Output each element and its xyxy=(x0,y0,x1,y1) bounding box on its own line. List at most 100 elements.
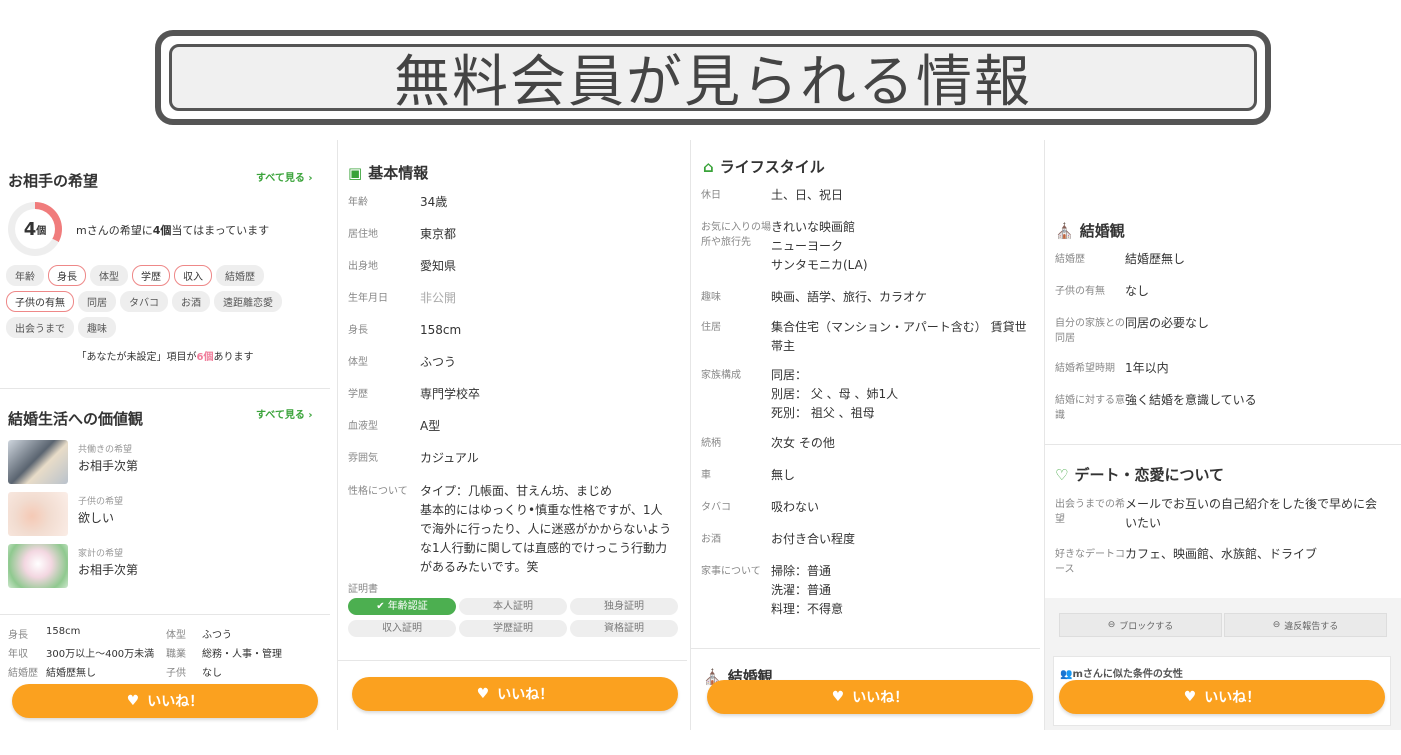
value-item-children: 子供の希望 欲しい xyxy=(8,492,318,536)
info-row: 雰囲気 カジュアル xyxy=(348,449,678,468)
section-title-lifestyle: ⌂ ライフスタイル xyxy=(703,156,825,177)
hope-tag: 子供の有無 xyxy=(6,291,74,312)
hope-tag: 結婚歴 xyxy=(216,265,264,286)
value-sub: 家計の希望 xyxy=(78,549,124,559)
info-key: 結婚に対する意識 xyxy=(1055,395,1125,421)
certificate-badge: 独身証明 xyxy=(570,598,678,615)
hope-tag: タバコ xyxy=(120,291,168,312)
info-key: 雰囲気 xyxy=(348,453,378,464)
profile-key: 結婚歴 xyxy=(8,668,38,679)
info-key: 休日 xyxy=(701,190,721,201)
info-value: 東京都 xyxy=(420,227,457,241)
info-row: お酒 お付き合い程度 xyxy=(701,530,1031,549)
section-title-marriage-text: 結婚観 xyxy=(1079,222,1125,240)
info-row: 出身地 愛知県 xyxy=(348,257,678,276)
info-key: お気に入りの場所や旅行先 xyxy=(701,222,771,248)
couple-photo xyxy=(8,440,68,484)
info-value: 掃除：普通 洗濯：普通 料理：不得意 xyxy=(771,564,844,616)
info-key: 子供の有無 xyxy=(1055,286,1105,297)
certificate-badge: 資格証明 xyxy=(570,620,678,637)
info-row: 居住地 東京都 xyxy=(348,225,678,244)
profile-key: 子供 xyxy=(166,668,186,679)
profile-row: 年収 300万以上〜400万未満 職業 総務・人事・管理 xyxy=(8,645,328,664)
info-key: お酒 xyxy=(701,534,721,545)
certificate-badge: 本人証明 xyxy=(459,598,567,615)
profile-key: 職業 xyxy=(166,649,186,660)
info-key: タバコ xyxy=(701,502,731,513)
info-value: 愛知県 xyxy=(420,259,457,273)
info-row: 自分の家族との同居 同居の必要なし xyxy=(1055,314,1385,346)
info-key: 生年月日 xyxy=(348,293,388,304)
profile-value: 総務・人事・管理 xyxy=(202,649,282,660)
certificate-label-text: 独身証明 xyxy=(604,601,644,612)
info-key: 年齢 xyxy=(348,197,368,208)
match-text-pre: mさんの希望に xyxy=(76,224,153,237)
value-sub: 共働きの希望 xyxy=(78,445,133,455)
match-text-num: 4個 xyxy=(152,224,172,237)
report-label: 違反報告する xyxy=(1284,621,1339,632)
see-all-link-hope[interactable]: すべて見る › xyxy=(256,169,313,184)
certificate-label: 証明書 xyxy=(348,584,378,595)
like-button[interactable]: ♥ いいね！ xyxy=(352,677,678,711)
like-button[interactable]: ♥ いいね！ xyxy=(707,680,1033,714)
info-value: 吸わない xyxy=(771,500,820,514)
value-main: お相手次第 xyxy=(78,459,139,473)
report-button[interactable]: ⊖ 違反報告する xyxy=(1224,613,1387,637)
info-row: お気に入りの場所や旅行先 きれいな映画館 ニューヨーク サンタモニカ(LA) xyxy=(701,218,1031,275)
info-value: 次女 その他 xyxy=(771,436,835,450)
heart-icon: ♥ xyxy=(476,686,490,702)
info-row: 結婚希望時期 1年以内 xyxy=(1055,359,1385,378)
info-value: 34歳 xyxy=(420,195,448,209)
info-value: 158cm xyxy=(420,323,462,337)
profile-key: 体型 xyxy=(166,630,186,641)
hope-tag: 遠距離恋愛 xyxy=(214,291,282,312)
unset-pre: 「あなたが未設定」項目が xyxy=(76,352,197,363)
info-value: きれいな映画館 ニューヨーク サンタモニカ(LA) xyxy=(771,220,868,272)
value-item-finance: 家計の希望 お相手次第 xyxy=(8,544,318,588)
certificate-badges: ✔ 年齢認証 本人証明 独身証明 収入証明 学歴証明 資格証明 xyxy=(348,598,678,637)
profile-value: なし xyxy=(202,668,222,679)
info-key: 好きなデートコース xyxy=(1055,549,1125,575)
section-title-hope: お相手の希望 xyxy=(8,172,99,190)
info-value: カジュアル xyxy=(420,451,479,465)
panel-marriage: ⛪ 結婚観 結婚歴 結婚歴無し 子供の有無 なし 自分の家族との同居 同居の必要なし 結婚希望… xyxy=(1044,140,1401,730)
info-value: 結婚歴無し xyxy=(1125,252,1186,266)
info-key: 家事について xyxy=(701,566,761,577)
block-button[interactable]: ⊖ ブロックする xyxy=(1059,613,1222,637)
hope-tag: 身長 xyxy=(48,265,86,286)
info-value: 映画、語学、旅行、カラオケ xyxy=(771,290,928,304)
info-row: 結婚歴 結婚歴無し xyxy=(1055,250,1385,269)
like-label: いいね！ xyxy=(1204,690,1261,706)
match-count: 4個 xyxy=(15,209,55,249)
info-value: なし xyxy=(1125,284,1150,298)
hope-tags: 年齢 身長 体型 学歴 収入 結婚歴 子供の有無 同居 タバコ お酒 遠距離恋愛 出会うまで 趣味 xyxy=(6,265,326,338)
info-key: 続柄 xyxy=(701,438,721,449)
info-row: 血液型 A型 xyxy=(348,417,678,436)
personality-row: 性格について タイプ：几帳面、甘えん坊、まじめ 基本的にはゆっくり•慎重な性格で… xyxy=(348,482,678,577)
heart-outline-icon: ♡ xyxy=(1055,465,1069,484)
info-row: 出会うまでの希望 メールでお互いの自己紹介をした後で早めに会いたい xyxy=(1055,495,1385,533)
value-main: お相手次第 xyxy=(78,563,139,577)
like-button[interactable]: ♥ いいね！ xyxy=(12,684,318,718)
profile-key: 年収 xyxy=(8,649,28,660)
see-all-link-values[interactable]: すべて見る › xyxy=(256,406,313,421)
panel-partner-hope: お相手の希望 すべて見る › 4個 mさんの希望に4個当てはまっています 年齢身… xyxy=(0,140,330,730)
divider xyxy=(0,614,330,615)
info-value: 1年以内 xyxy=(1125,361,1169,375)
info-value: 集合住宅（マンション・アパート含む） 賃貸世帯主 xyxy=(771,320,1027,353)
like-label: いいね！ xyxy=(852,690,909,706)
info-value: 同居： 別居： 父 、母 、姉1人 死別： 祖父 、祖母 xyxy=(771,368,899,420)
match-text: mさんの希望に4個当てはまっています xyxy=(76,222,269,238)
info-row: 車 無し xyxy=(701,466,1031,485)
info-row: 好きなデートコース カフェ、映画館、水族館、ドライブ xyxy=(1055,545,1385,577)
like-button[interactable]: ♥ いいね！ xyxy=(1059,680,1385,714)
profile-key: 身長 xyxy=(8,630,28,641)
section-title-date: ♡ デート・恋愛について xyxy=(1055,464,1224,485)
like-label: いいね！ xyxy=(497,687,554,703)
unset-post: あります xyxy=(213,352,254,363)
section-title-lifestyle-text: ライフスタイル xyxy=(719,158,825,176)
hope-tag: 体型 xyxy=(90,265,128,286)
info-key: 出身地 xyxy=(348,261,378,272)
certificate-badge: 学歴証明 xyxy=(459,620,567,637)
personality-value: タイプ：几帳面、甘えん坊、まじめ 基本的にはゆっくり•慎重な性格ですが、1人で海… xyxy=(420,484,672,574)
